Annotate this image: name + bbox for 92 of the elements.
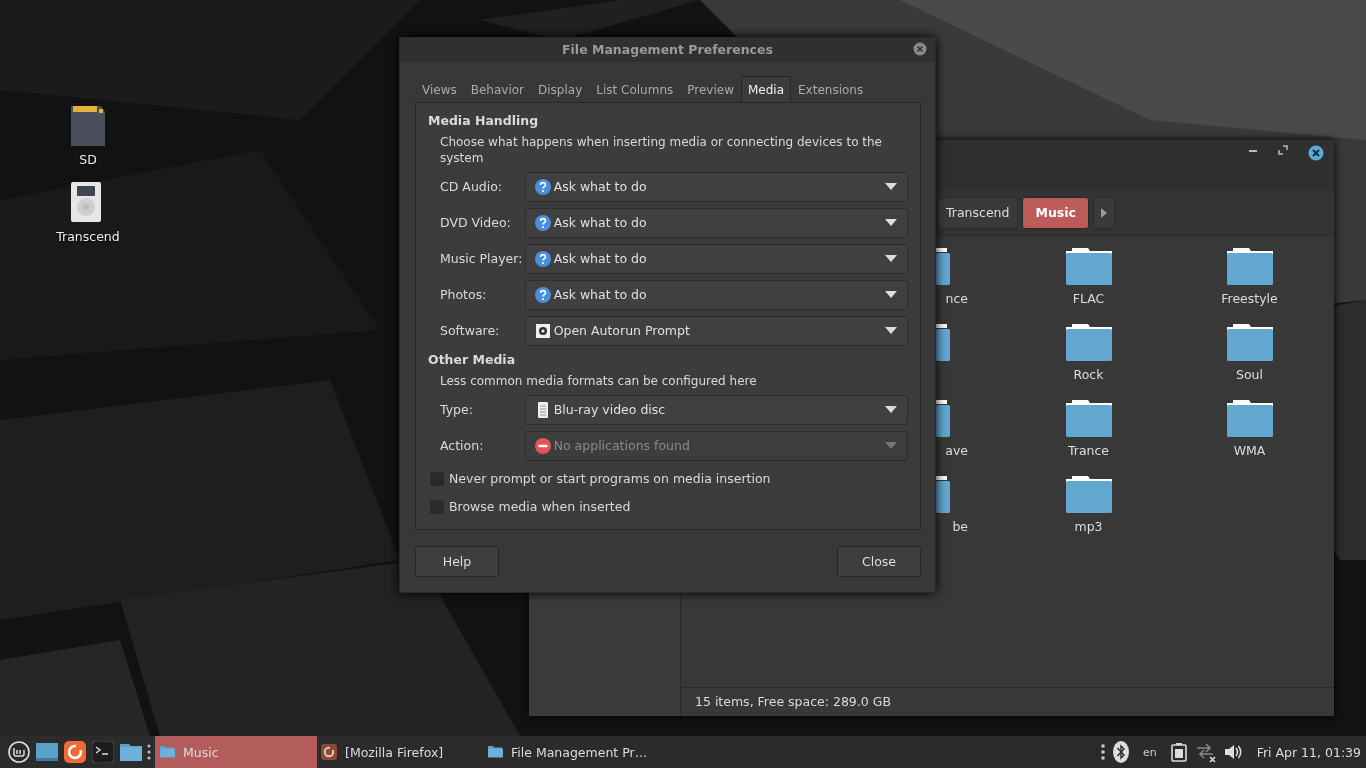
folder-icon[interactable] [1065,476,1112,513]
question-icon [534,214,551,231]
folder-label[interactable]: nce [945,291,968,306]
desktop-icon-label[interactable]: SD [79,152,97,167]
tab[interactable]: Media [741,75,792,102]
folder-icon[interactable] [1226,248,1273,285]
dropdown[interactable]: Ask what to do [524,171,908,202]
desktop-icon[interactable] [36,741,58,763]
dropdown[interactable]: Ask what to do [524,207,908,238]
breadcrumb-button[interactable]: Music [1022,196,1089,229]
dialog-button[interactable]: Help [415,546,499,577]
field-label: Type: [440,402,474,418]
folder-label[interactable]: be [952,519,968,534]
caret-icon [885,255,897,263]
field-label: Music Player: [440,251,524,267]
caret-icon [885,442,897,450]
tab[interactable]: Display [531,75,590,102]
section-description: Choose what happens when inserting media or connecting devices to the system [439,133,883,166]
close-icon[interactable] [1308,145,1324,161]
folder-label[interactable]: ave [945,443,968,458]
dialog-button[interactable]: Close [837,546,921,577]
folder-label[interactable]: Soul [1236,367,1263,382]
tab[interactable]: Behavior [463,75,532,102]
menu-icon[interactable] [8,741,30,763]
gear-icon [534,322,551,339]
clock[interactable]: Fri Apr 11, 01:39 [1256,744,1361,760]
folder-icon [159,744,175,760]
volume-icon[interactable] [1223,743,1243,761]
folder-label[interactable]: Trance [1067,443,1110,458]
folder-label[interactable]: mp3 [1074,519,1103,534]
checkbox-option[interactable]: Never prompt or start programs on media insertion [430,468,908,489]
section-heading: Other Media [428,351,517,367]
keyboard-layout[interactable]: en [1142,745,1157,759]
breadcrumb-button[interactable]: Transcend [937,196,1019,229]
folder-icon[interactable] [120,741,142,763]
tab[interactable]: List Columns [589,75,681,102]
browser-icon[interactable] [64,741,86,763]
bluetooth-icon[interactable] [1112,741,1129,763]
tab[interactable]: Views [415,75,464,102]
tab[interactable]: Preview [680,75,741,102]
dropdown[interactable]: Ask what to do [524,243,908,274]
folder-icon[interactable] [936,324,950,361]
caret-icon [1099,206,1108,219]
folder-icon[interactable] [936,248,950,285]
browser-icon [321,744,337,760]
folder-icon[interactable] [1065,248,1112,285]
caret-icon [885,406,897,414]
close-icon[interactable] [913,42,927,56]
desktop-icon-label[interactable]: Transcend [56,229,120,244]
status-bar-text: 15 items, Free space: 289.0 GB [681,687,1334,716]
question-icon [534,250,551,267]
sd-card-icon[interactable] [69,104,107,148]
section-heading: Media Handling [428,112,540,128]
folder-icon[interactable] [1065,400,1112,437]
field-label: CD Audio: [440,179,504,195]
folder-icon[interactable] [936,400,950,437]
caret-icon [885,219,897,227]
folder-label[interactable]: WMA [1233,443,1266,458]
terminal-icon[interactable] [92,741,114,763]
field-label: Photos: [440,287,488,303]
dropdown: No applications found [524,430,908,461]
folder-label[interactable]: Rock [1073,367,1104,382]
folder-label[interactable]: Freestyle [1221,291,1278,306]
next-button[interactable] [1092,196,1115,229]
question-icon [534,178,551,195]
battery-icon[interactable] [1170,742,1187,762]
field-label: Software: [440,323,501,339]
caret-icon [885,291,897,299]
maximize-icon[interactable] [1278,145,1288,155]
folder-icon [487,744,503,760]
dropdown[interactable]: Open Autorun Prompt [524,315,908,346]
caret-icon [885,327,897,335]
dropdown[interactable]: Blu-ray video disc [524,394,908,425]
folder-label[interactable]: FLAC [1072,291,1105,306]
folder-icon[interactable] [936,476,950,513]
network-icon[interactable] [1194,741,1216,763]
no-entry-icon [534,437,551,454]
taskbar-window-button[interactable]: File Management Pr… [483,736,649,768]
taskbar-window-button[interactable]: [Mozilla Firefox] [317,736,483,768]
section-description: Less common media formats can be configured here [439,372,758,389]
checkbox-option[interactable]: Browse media when inserted [430,496,908,517]
folder-icon[interactable] [1226,400,1273,437]
handle-icon[interactable] [1100,743,1105,761]
folder-icon[interactable] [1226,324,1273,361]
window-title: File Management Preferences [562,42,773,58]
question-icon [534,286,551,303]
dropdown[interactable]: Ask what to do [524,279,908,310]
handle-icon[interactable] [147,743,151,761]
field-label: DVD Video: [440,215,512,231]
field-label: Action: [440,438,485,454]
folder-icon[interactable] [1065,324,1112,361]
tab[interactable]: Extensions [791,75,871,102]
